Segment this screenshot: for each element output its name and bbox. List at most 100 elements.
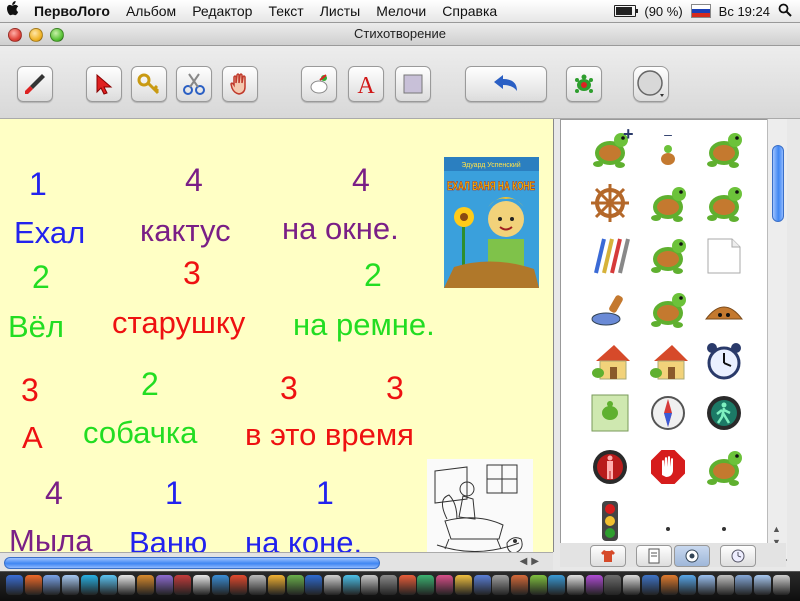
turtle-pen-icon[interactable] [643, 178, 693, 228]
alarm-clock-icon[interactable] [699, 336, 749, 386]
syllable-number[interactable]: 3 [386, 372, 404, 404]
clock[interactable]: Вс 19:24 [719, 4, 770, 19]
dock-app-icon[interactable] [267, 575, 285, 595]
turtle-walking-icon[interactable] [699, 124, 749, 174]
undo-button[interactable] [465, 66, 547, 102]
poem-word[interactable]: Ехал [14, 217, 85, 248]
turtle-brush-icon[interactable] [699, 178, 749, 228]
scroll-up-arrow-icon[interactable]: ▲ [772, 524, 781, 534]
compass-icon[interactable] [643, 388, 693, 438]
poem-word[interactable]: собачка [83, 417, 197, 448]
syllable-number[interactable]: 1 [316, 477, 334, 509]
dock-app-icon[interactable] [323, 575, 341, 595]
menu-album[interactable]: Альбом [118, 3, 184, 19]
pointer-tool-button[interactable] [86, 66, 122, 102]
dock-app-icon[interactable] [679, 575, 697, 595]
dock-app-icon[interactable] [754, 575, 771, 595]
blank-page-icon[interactable] [699, 230, 749, 280]
battery-icon[interactable] [614, 5, 639, 17]
dock-app-icon[interactable] [454, 575, 472, 595]
dock-app-icon[interactable] [735, 575, 753, 595]
red-pedestrian-light-icon[interactable] [585, 442, 635, 492]
turtle-sign-icon[interactable] [699, 442, 749, 492]
pens-icon[interactable] [585, 230, 635, 280]
turtle-hiding-icon[interactable] [699, 284, 749, 334]
dock-app-icon[interactable] [417, 575, 435, 595]
dock-app-icon[interactable] [286, 575, 304, 595]
syllable-number[interactable]: 2 [32, 261, 50, 293]
scroll-arrows-icon[interactable]: ◀▶ [520, 556, 543, 567]
dock-app-icon[interactable] [136, 575, 154, 595]
poem-word[interactable]: в это время [245, 419, 414, 450]
dock-app-icon[interactable] [361, 575, 379, 595]
zoom-window-button[interactable] [50, 28, 64, 42]
scissors-tool-button[interactable] [176, 66, 212, 102]
dock-app-icon[interactable] [24, 575, 42, 595]
dock-app-icon[interactable] [43, 575, 61, 595]
dock-app-icon[interactable] [585, 575, 603, 595]
poem-word[interactable]: А [22, 422, 43, 453]
shape-tool-button[interactable] [395, 66, 431, 102]
syllable-number[interactable]: 2 [141, 368, 159, 400]
spotlight-search-icon[interactable] [778, 3, 792, 20]
turtle-hat-icon[interactable] [643, 284, 693, 334]
turtle-paint-tool-button[interactable] [301, 66, 337, 102]
dock-app-icon[interactable] [398, 575, 416, 595]
brush-tool-button[interactable] [17, 66, 53, 102]
poem-word[interactable]: Ваню [129, 527, 207, 552]
traffic-light-icon[interactable] [585, 496, 635, 546]
horizontal-scrollbar[interactable]: ◀▶ [0, 552, 553, 572]
melody-tab[interactable] [720, 545, 756, 567]
dock-app-icon[interactable] [80, 575, 98, 595]
dock-app-icon[interactable] [510, 575, 528, 595]
dock-app-icon[interactable] [623, 575, 641, 595]
dock-app-icon[interactable] [193, 575, 210, 595]
dock-app-icon[interactable] [716, 575, 734, 595]
dock-app-icon[interactable] [604, 575, 622, 595]
ship-wheel-icon[interactable] [585, 178, 635, 228]
dock-app-icon[interactable] [660, 575, 678, 595]
turtle-button[interactable] [566, 66, 602, 102]
dock-app-icon[interactable] [174, 575, 192, 595]
horizontal-scroll-thumb[interactable] [4, 557, 380, 569]
hand-tool-button[interactable] [222, 66, 258, 102]
poem-word[interactable]: на окне. [282, 213, 399, 244]
window-titlebar[interactable]: Стихотворение [0, 23, 800, 46]
dot-icon[interactable] [699, 496, 749, 546]
menu-editor[interactable]: Редактор [184, 3, 260, 19]
book-cover-image[interactable]: Эдуард Успенский ЕХАЛ ВАНЯ НА КОНЕ [444, 157, 539, 288]
poem-word[interactable]: на ремне. [293, 309, 435, 340]
dock-app-icon[interactable] [342, 575, 360, 595]
dock-app-icon[interactable] [211, 575, 229, 595]
key-tool-button[interactable] [131, 66, 167, 102]
close-window-button[interactable] [8, 28, 22, 42]
poem-word[interactable]: кактус [140, 215, 231, 246]
syllable-number[interactable]: 3 [280, 372, 298, 404]
dock-app-icon[interactable] [529, 575, 547, 595]
dock-app-icon[interactable] [436, 575, 454, 595]
dot-icon[interactable] [643, 496, 693, 546]
rocking-horse-sketch-image[interactable] [427, 459, 533, 552]
syllable-number[interactable]: 2 [364, 259, 382, 291]
dock-app-icon[interactable] [772, 575, 790, 595]
dock-app-icon[interactable] [380, 575, 397, 595]
dock-app-icon[interactable] [118, 575, 136, 595]
page-tab[interactable] [636, 545, 672, 567]
dock-app-icon[interactable] [249, 575, 267, 595]
dock-app-icon[interactable] [567, 575, 584, 595]
dock-app-icon[interactable] [230, 575, 248, 595]
dock-app-icon[interactable] [641, 575, 659, 595]
dock-app-icon[interactable] [548, 575, 566, 595]
text-tool-button[interactable]: A [348, 66, 384, 102]
turtle-painter-icon[interactable] [643, 230, 693, 280]
green-pedestrian-light-icon[interactable] [699, 388, 749, 438]
syllable-number[interactable]: 1 [165, 477, 183, 509]
syllable-number[interactable]: 4 [185, 164, 203, 196]
syllable-number[interactable]: 4 [45, 477, 63, 509]
apple-menu-icon[interactable] [0, 1, 26, 21]
color-picker-button[interactable] [633, 66, 669, 102]
shirt-tab[interactable] [590, 545, 626, 567]
poem-word[interactable]: старушку [112, 307, 245, 338]
vertical-scrollbar[interactable]: ▲ ▼ [767, 119, 787, 559]
menu-text[interactable]: Текст [260, 3, 311, 19]
